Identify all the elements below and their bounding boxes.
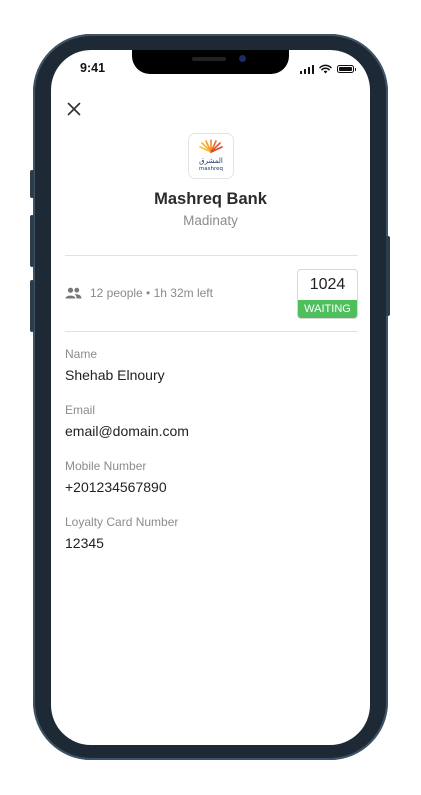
branch-name: Madinaty [183,213,238,228]
signal-icon [299,64,314,74]
bank-logo: المشرق mashreq [188,133,234,179]
name-label: Name [65,347,98,361]
email-value: email@domain.com [65,423,189,439]
phone-volume-down-button [30,280,34,332]
notch [132,50,289,74]
queue-info: 12 people • 1h 32m left [65,286,213,300]
battery-icon [337,65,356,73]
loyalty-card-value: 12345 [65,535,104,551]
ticket-card: 1024 WAITING [297,269,358,319]
close-button[interactable] [65,100,83,118]
status-icons [299,64,356,74]
ticket-status-badge: WAITING [298,300,357,318]
wifi-icon [319,64,332,74]
phone-power-button [386,236,390,316]
loyalty-card-label: Loyalty Card Number [65,515,179,529]
divider [65,331,358,332]
mobile-number-label: Mobile Number [65,459,147,473]
email-label: Email [65,403,96,417]
logo-text-english: mashreq [199,166,223,172]
phone-side-button [30,170,34,198]
logo-text-arabic: المشرق [199,157,223,165]
speaker [192,57,226,61]
close-icon [67,102,81,116]
phone-volume-up-button [30,215,34,267]
mobile-number-value: +201234567890 [65,479,167,495]
screen: 9:41 المشرق mashreq Mashreq Bank Madinat… [51,50,370,745]
name-value: Shehab Elnoury [65,367,165,383]
mashreq-logo-icon: المشرق mashreq [199,139,223,172]
front-camera [239,55,246,62]
divider [65,255,358,256]
people-icon [65,287,82,299]
status-time: 9:41 [80,61,106,75]
queue-info-text: 12 people • 1h 32m left [90,286,213,300]
ticket-number: 1024 [309,276,346,293]
bank-name: Mashreq Bank [154,190,267,208]
